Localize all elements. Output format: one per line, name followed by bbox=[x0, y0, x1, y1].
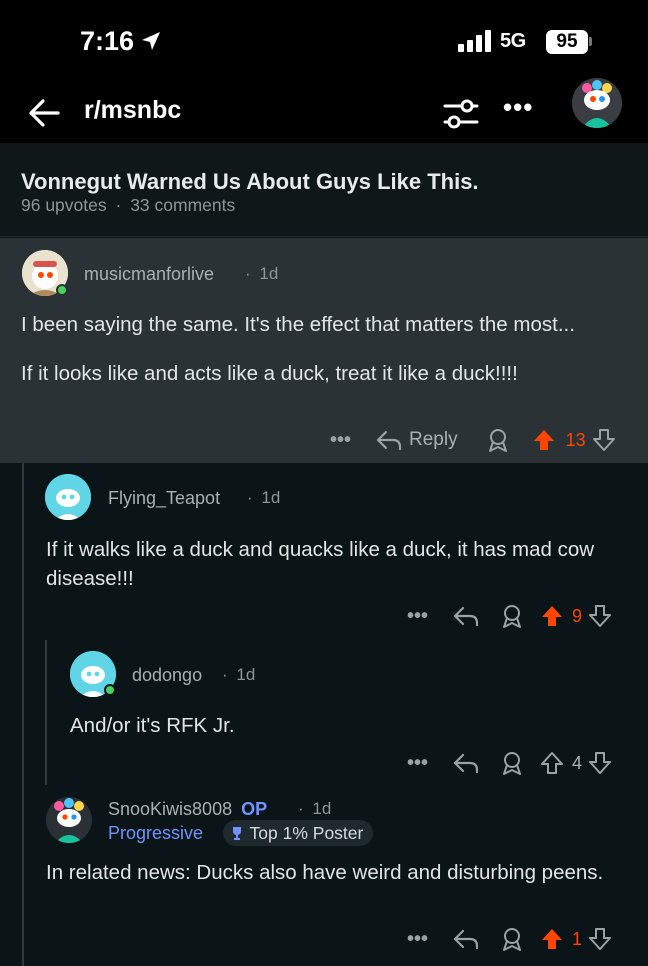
comment-author[interactable]: Flying_Teapot bbox=[108, 488, 220, 509]
status-bar: 7:16 5G 95 bbox=[0, 0, 648, 88]
award-icon[interactable] bbox=[500, 926, 524, 952]
online-indicator bbox=[104, 684, 116, 696]
battery-tip bbox=[589, 37, 592, 46]
score: 13 bbox=[565, 429, 586, 450]
award-icon[interactable] bbox=[500, 603, 524, 629]
more-options-icon[interactable]: ••• bbox=[407, 928, 428, 951]
separator-dot: · bbox=[247, 488, 253, 507]
comment-actions: ••• 4 bbox=[407, 749, 612, 777]
avatar[interactable] bbox=[46, 797, 92, 843]
thread-line[interactable] bbox=[45, 640, 47, 785]
comment-actions: ••• 1 bbox=[407, 925, 612, 953]
user-avatar[interactable] bbox=[572, 78, 622, 128]
comment-paragraph: If it looks like and acts like a duck, t… bbox=[21, 362, 518, 385]
downvote-icon[interactable] bbox=[588, 927, 612, 951]
comment-age: · 1d bbox=[222, 665, 255, 685]
more-options-icon[interactable]: ••• bbox=[503, 92, 533, 123]
award-icon[interactable] bbox=[500, 750, 524, 776]
comment-paragraph: And/or it's RFK Jr. bbox=[70, 714, 235, 737]
status-time: 7:16 bbox=[80, 26, 135, 56]
cellular-signal-icon bbox=[458, 30, 491, 52]
comment-age-value: 1d bbox=[312, 799, 332, 818]
comment-body: And/or it's RFK Jr. bbox=[70, 711, 610, 740]
battery-level: 95 bbox=[546, 30, 588, 54]
comment-actions: ••• Reply 13 bbox=[330, 426, 616, 454]
thread-line[interactable] bbox=[22, 463, 24, 966]
comment-age-value: 1d bbox=[259, 264, 279, 283]
downvote-icon[interactable] bbox=[592, 428, 616, 452]
upvote-icon[interactable] bbox=[532, 428, 556, 452]
more-options-icon[interactable]: ••• bbox=[330, 429, 351, 452]
separator-dot: · bbox=[222, 665, 228, 684]
network-type: 5G bbox=[500, 30, 526, 52]
comment-author[interactable]: dodongo bbox=[132, 665, 202, 686]
comment-body: I been saying the same. It's the effect … bbox=[21, 310, 621, 388]
comment-age: · 1d bbox=[245, 264, 278, 284]
post-upvotes: 96 upvotes bbox=[21, 195, 107, 215]
achievement-badge: Top 1% Poster bbox=[223, 820, 374, 846]
comment-age-value: 1d bbox=[236, 665, 256, 684]
upvote-icon[interactable] bbox=[540, 604, 564, 628]
reply-arrow-icon[interactable] bbox=[452, 927, 480, 951]
reply-arrow-icon[interactable] bbox=[452, 604, 480, 628]
user-flair: Progressive bbox=[108, 823, 204, 843]
separator-dot: · bbox=[245, 264, 251, 283]
comment-age: · 1d bbox=[247, 488, 280, 508]
reply-button[interactable]: Reply bbox=[409, 429, 458, 451]
score: 1 bbox=[572, 928, 583, 949]
reply-arrow-icon[interactable] bbox=[452, 751, 480, 775]
comment-actions: ••• 9 bbox=[407, 602, 612, 630]
upvote-icon[interactable] bbox=[540, 751, 564, 775]
location-arrow-icon bbox=[142, 32, 160, 50]
comment-age: · 1d bbox=[298, 799, 331, 819]
more-options-icon[interactable]: ••• bbox=[407, 605, 428, 628]
badge-label: Top 1% Poster bbox=[249, 823, 364, 843]
comment-age-value: 1d bbox=[261, 488, 281, 507]
comment-paragraph: I been saying the same. It's the effect … bbox=[21, 313, 575, 336]
comment-paragraph: In related news: Ducks also have weird a… bbox=[46, 861, 604, 884]
post-comment-count: 33 comments bbox=[130, 195, 236, 215]
upvote-icon[interactable] bbox=[540, 927, 564, 951]
back-arrow-icon[interactable] bbox=[26, 94, 64, 132]
trophy-icon bbox=[233, 827, 241, 840]
post-title: Vonnegut Warned Us About Guys Like This. bbox=[21, 169, 479, 194]
comment-highlighted: musicmanforlive · 1d I been saying the s… bbox=[0, 238, 648, 463]
post-header[interactable]: Vonnegut Warned Us About Guys Like This.… bbox=[0, 143, 648, 237]
separator-dot: · bbox=[115, 195, 122, 215]
subreddit-name[interactable]: r/msnbc bbox=[84, 96, 181, 125]
sliders-icon[interactable] bbox=[443, 96, 479, 132]
score: 4 bbox=[572, 752, 583, 773]
nav-bar: r/msnbc ••• bbox=[0, 78, 648, 143]
score: 9 bbox=[572, 605, 583, 626]
comment-body: If it walks like a duck and quacks like … bbox=[46, 535, 616, 593]
reply-arrow-icon[interactable] bbox=[375, 428, 403, 452]
comment-author-line: SnooKiwis8008 OP bbox=[108, 799, 267, 820]
award-icon[interactable] bbox=[486, 427, 510, 453]
comment-author[interactable]: SnooKiwis8008 bbox=[108, 799, 232, 819]
separator-dot: · bbox=[298, 799, 304, 818]
comment-body: In related news: Ducks also have weird a… bbox=[46, 858, 626, 887]
op-badge: OP bbox=[241, 799, 268, 819]
online-indicator bbox=[56, 284, 68, 296]
downvote-icon[interactable] bbox=[588, 604, 612, 628]
more-options-icon[interactable]: ••• bbox=[407, 752, 428, 775]
comment-author[interactable]: musicmanforlive bbox=[84, 264, 214, 285]
avatar[interactable] bbox=[45, 474, 91, 520]
downvote-icon[interactable] bbox=[588, 751, 612, 775]
post-meta: 96 upvotes · 33 comments bbox=[21, 195, 235, 216]
comment-paragraph: If it walks like a duck and quacks like … bbox=[46, 538, 595, 590]
